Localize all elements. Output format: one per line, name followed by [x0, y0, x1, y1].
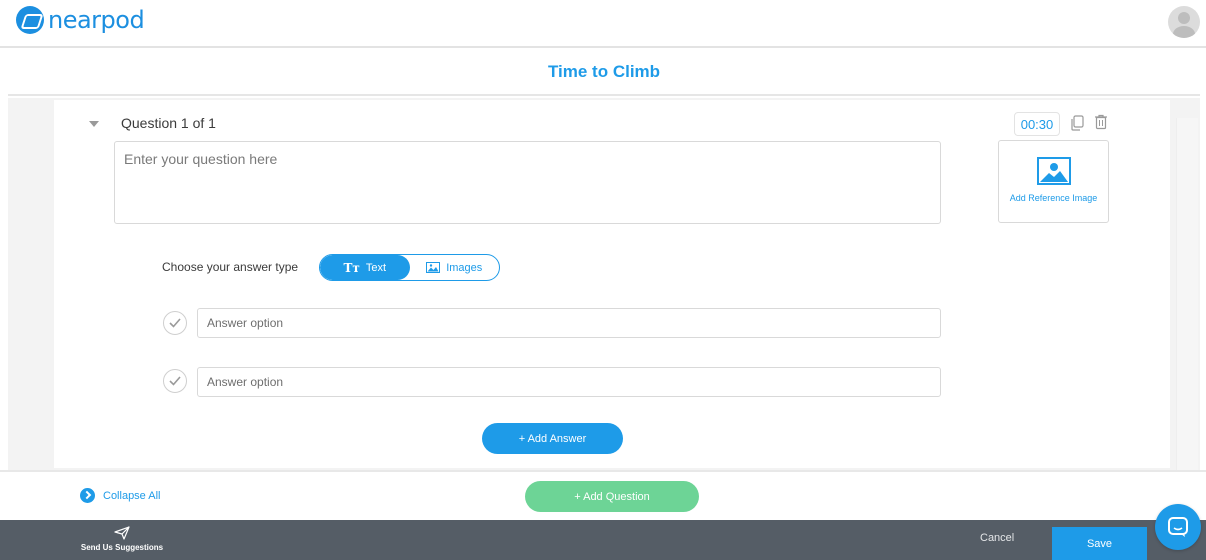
- question-label: Question 1 of 1: [121, 115, 216, 131]
- image-icon: [426, 262, 441, 273]
- scrollbar[interactable]: [1176, 118, 1198, 470]
- trash-icon[interactable]: [1094, 114, 1108, 130]
- answer-type-text-option[interactable]: Tт Text: [320, 255, 410, 280]
- collapse-all-label: Collapse All: [103, 489, 161, 502]
- answer-input[interactable]: Answer option: [197, 367, 941, 397]
- page-title[interactable]: Time to Climb: [548, 62, 660, 82]
- footer-bar: [0, 520, 1206, 560]
- correct-answer-toggle[interactable]: [163, 311, 187, 335]
- correct-answer-toggle[interactable]: [163, 369, 187, 393]
- add-question-button[interactable]: + Add Question: [525, 481, 699, 512]
- copy-icon[interactable]: [1070, 115, 1084, 131]
- title-bar: Time to Climb: [8, 50, 1200, 96]
- checkmark-icon: [169, 318, 181, 328]
- answer-type-text-label: Text: [365, 261, 387, 274]
- add-answer-button[interactable]: + Add Answer: [482, 423, 623, 454]
- chat-button[interactable]: [1155, 504, 1201, 550]
- nearpod-logo[interactable]: nearpod: [16, 6, 145, 34]
- paper-plane-icon: [114, 526, 130, 540]
- cancel-button[interactable]: Cancel: [980, 532, 1014, 544]
- brand-name: nearpod: [48, 6, 145, 34]
- add-reference-image-button[interactable]: Add Reference Image: [998, 140, 1109, 223]
- text-type-icon: Tт: [343, 260, 360, 275]
- answer-input[interactable]: Answer option: [197, 308, 941, 338]
- timer-button[interactable]: 00:30: [1014, 112, 1060, 136]
- top-bar: nearpod: [0, 0, 1206, 48]
- nearpod-logo-icon: [16, 6, 44, 34]
- image-icon: [1036, 157, 1071, 185]
- collapse-all-button[interactable]: Collapse All: [80, 488, 160, 503]
- reference-image-label: Add Reference Image: [1009, 193, 1098, 203]
- answer-type-label: Choose your answer type: [162, 260, 299, 274]
- question-input[interactable]: Enter your question here: [114, 141, 941, 224]
- user-avatar[interactable]: [1168, 6, 1200, 38]
- send-suggestions-label: Send Us Suggestions: [80, 543, 164, 552]
- answer-type-toggle: Tт Text Images: [319, 254, 500, 281]
- chat-icon: [1168, 517, 1188, 537]
- answer-type-images-label: Images: [446, 261, 483, 274]
- collapse-caret-icon[interactable]: [89, 121, 99, 127]
- save-button[interactable]: Save: [1052, 527, 1147, 560]
- send-suggestions-button[interactable]: Send Us Suggestions: [74, 526, 170, 552]
- chevron-right-icon: [80, 488, 95, 503]
- answer-type-images-option[interactable]: Images: [410, 255, 500, 280]
- checkmark-icon: [169, 376, 181, 386]
